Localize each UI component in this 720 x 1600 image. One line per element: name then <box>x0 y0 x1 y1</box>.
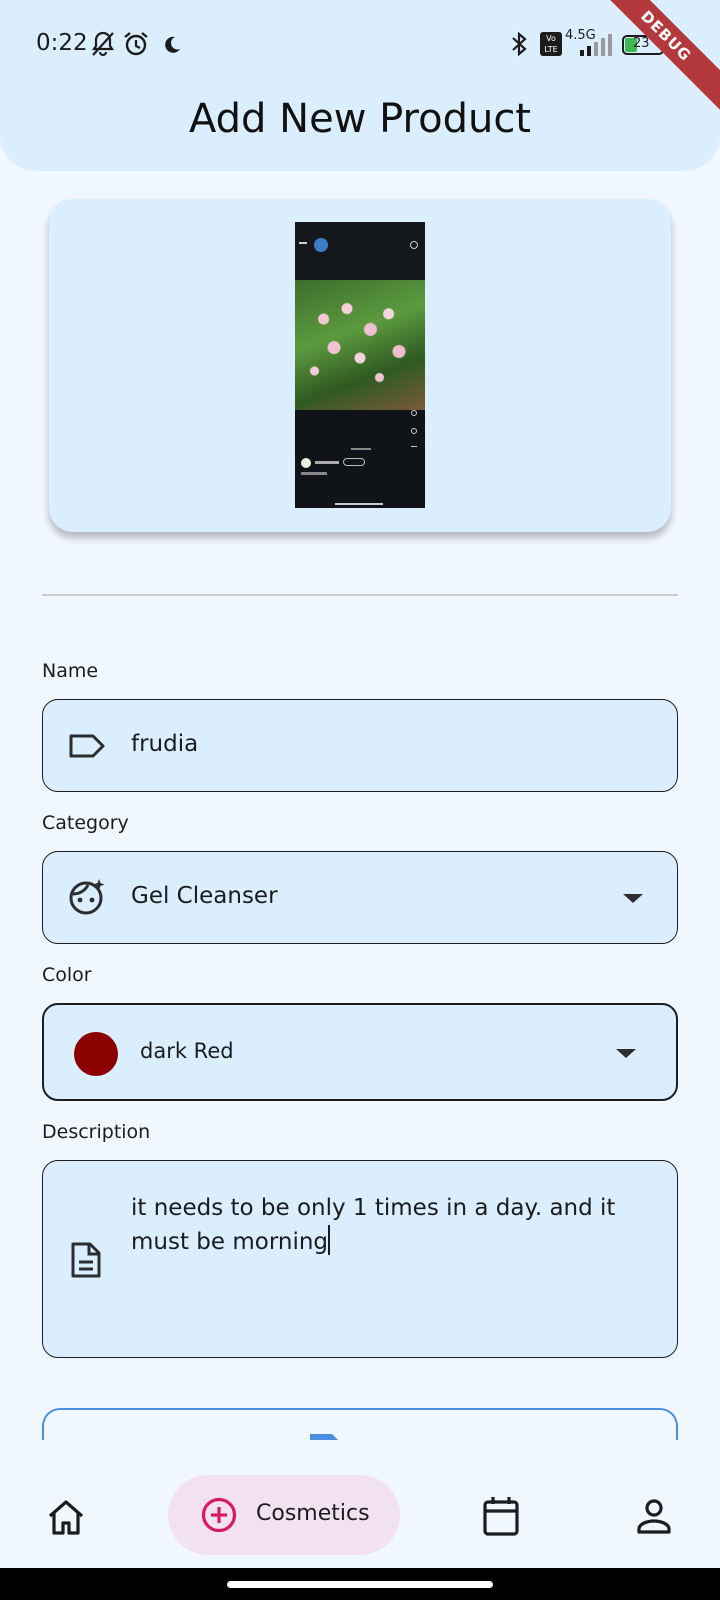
document-icon <box>71 1242 101 1278</box>
page-title: Add New Product <box>189 96 531 142</box>
description-value: it needs to be only 1 times in a day. an… <box>131 1195 616 1255</box>
nav-label-cosmetics: Cosmetics <box>256 1501 370 1526</box>
color-dropdown[interactable]: dark Red <box>42 1003 678 1101</box>
name-label: Name <box>42 660 99 682</box>
category-label: Category <box>42 812 129 834</box>
color-label: Color <box>42 964 92 986</box>
nav-item-cosmetics[interactable]: Cosmetics <box>168 1475 400 1555</box>
section-divider <box>42 594 678 596</box>
alarm-icon <box>124 32 148 56</box>
label-tag-icon <box>69 734 105 758</box>
battery-level: 23 <box>633 36 650 51</box>
flower-photo <box>295 280 425 410</box>
app-header: 0:22 Vo LTE 4.5G 23 DEBUG Add New Produc… <box>0 0 720 171</box>
do-not-disturb-moon-icon <box>165 36 180 53</box>
status-time: 0:22 <box>36 30 88 56</box>
description-input[interactable]: it needs to be only 1 times in a day. an… <box>131 1191 651 1259</box>
face-sparkle-icon <box>69 879 105 915</box>
notifications-off-icon <box>91 31 115 57</box>
status-bar: 0:22 Vo LTE 4.5G 23 <box>0 0 720 90</box>
calendar-icon[interactable] <box>482 1495 520 1537</box>
home-icon[interactable] <box>46 1498 86 1536</box>
dropdown-arrow-icon <box>623 894 643 903</box>
system-gesture-bar <box>0 1568 720 1600</box>
bluetooth-icon <box>512 31 527 57</box>
color-value: dark Red <box>140 1039 234 1063</box>
person-icon[interactable] <box>636 1498 672 1534</box>
product-image-preview[interactable] <box>295 222 425 508</box>
category-value: Gel Cleanser <box>131 883 278 909</box>
text-cursor <box>328 1225 331 1255</box>
product-image-card[interactable] <box>49 199 671 532</box>
name-field[interactable]: frudia <box>42 699 678 792</box>
description-field[interactable]: it needs to be only 1 times in a day. an… <box>42 1160 678 1358</box>
volte-badge: Vo LTE <box>540 32 562 56</box>
name-input[interactable]: frudia <box>131 731 198 757</box>
category-dropdown[interactable]: Gel Cleanser <box>42 851 678 944</box>
add-circle-icon <box>201 1497 237 1533</box>
signal-strength-icon <box>580 34 612 56</box>
color-swatch <box>74 1032 118 1076</box>
dropdown-arrow-icon <box>616 1049 636 1058</box>
bottom-navigation: Cosmetics <box>0 1440 720 1568</box>
home-gesture-handle[interactable] <box>227 1581 493 1588</box>
description-label: Description <box>42 1121 151 1143</box>
